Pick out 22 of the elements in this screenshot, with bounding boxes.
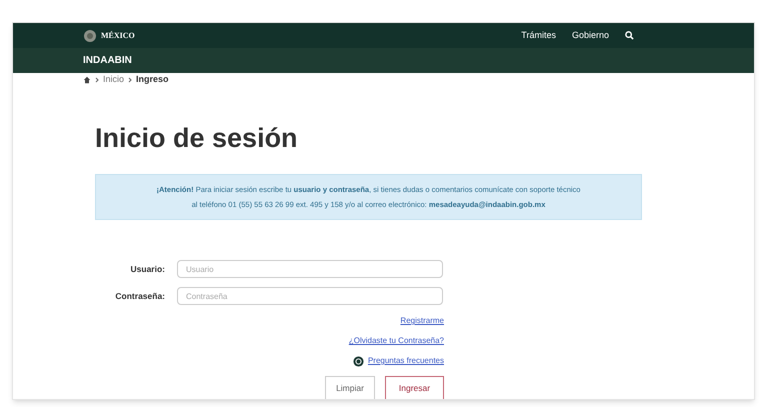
breadcrumb-link[interactable]: Inicio — [103, 73, 124, 87]
nav-link[interactable]: Trámites — [521, 28, 556, 42]
logo-text: MÉXICO — [101, 30, 135, 42]
emblem-icon — [83, 28, 97, 42]
text-field[interactable]: Contraseña — [177, 287, 443, 305]
chevron-icon — [95, 77, 99, 83]
clear-button[interactable]: Limpiar — [325, 376, 375, 399]
help-link[interactable]: Registrarme — [400, 315, 444, 327]
field-label: Contraseña: — [114, 290, 166, 302]
text-field[interactable]: Usuario — [177, 260, 443, 278]
chat-icon — [352, 356, 364, 366]
site-title: INDAABIN — [83, 54, 132, 68]
chevron-icon — [128, 77, 132, 83]
submit-button[interactable]: Ingresar — [385, 376, 444, 399]
help-link[interactable]: ¿Olvidaste tu Contraseña? — [348, 335, 444, 347]
nav-link[interactable]: Gobierno — [572, 28, 609, 42]
breadcrumb-link[interactable]: Ingreso — [136, 73, 169, 87]
help-link[interactable]: Preguntas frecuentes — [352, 355, 444, 367]
search-icon[interactable] — [625, 31, 634, 40]
page-title: Inicio de sesión — [95, 125, 299, 152]
home-icon[interactable] — [83, 76, 91, 84]
field-label: Usuario: — [130, 262, 166, 276]
